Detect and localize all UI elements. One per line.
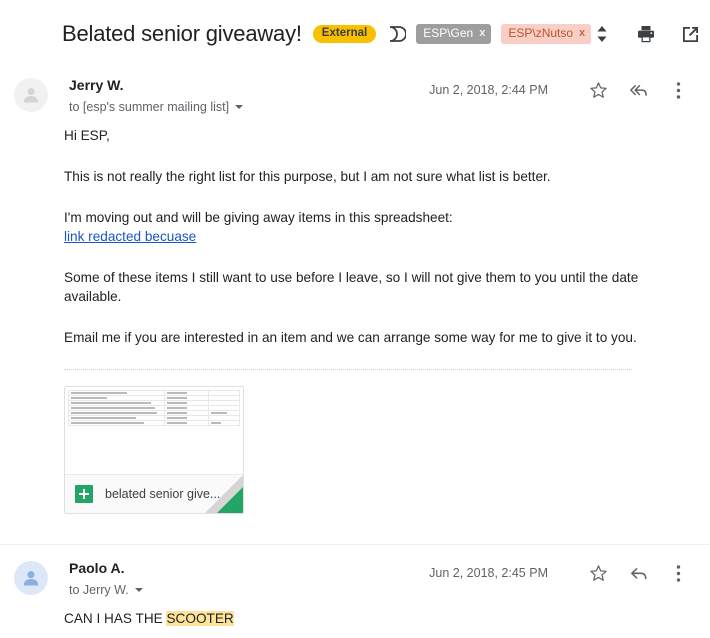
recipient-line[interactable]: to [esp's summer mailing list] [69, 98, 429, 116]
label-chip-remove-icon[interactable]: x [579, 27, 585, 39]
attachment-corner-fold-icon [217, 487, 243, 513]
body-paragraph-1: CAN I HAS THE SCOOTER [64, 609, 682, 628]
expand-collapse-icon[interactable] [591, 23, 613, 45]
reply-all-icon[interactable] [626, 78, 650, 102]
attachments-area: belated senior give... [0, 370, 696, 514]
chevron-down-icon[interactable] [134, 588, 143, 592]
spreadsheet-preview [68, 390, 240, 426]
thread-header-actions [591, 23, 707, 45]
label-chip-esp-gen[interactable]: ESP\Gen x [416, 23, 492, 45]
label-chip-esp-znutso[interactable]: ESP\zNutso x [501, 23, 592, 45]
message-jerry-w: Jerry W. to [esp's summer mailing list] … [0, 62, 710, 514]
sender-block: Jerry W. to [esp's summer mailing list] [69, 76, 429, 116]
label-icon[interactable] [388, 26, 407, 42]
body-paragraph-1: This is not really the right list for th… [64, 169, 551, 184]
message-header: Paolo A. to Jerry W. Jun 2, 2018, 2:45 P… [0, 545, 696, 599]
label-chip-remove-icon[interactable]: x [479, 27, 485, 39]
page-title: Belated senior giveaway! [62, 21, 302, 46]
chevron-down-icon[interactable] [235, 105, 244, 109]
message-actions: Jun 2, 2018, 2:45 PM [429, 559, 690, 585]
recipient-text: to [esp's summer mailing list] [69, 100, 230, 114]
attachment-thumbnail [65, 387, 243, 475]
body-text: CAN I HAS THE [64, 611, 167, 626]
star-icon[interactable] [586, 561, 610, 585]
label-chip-text: ESP\Gen [423, 25, 474, 40]
message-date: Jun 2, 2018, 2:45 PM [429, 566, 548, 580]
message-body: Hi ESP, This is not really the right lis… [0, 116, 696, 347]
open-in-new-window-icon[interactable] [679, 23, 701, 45]
star-icon[interactable] [586, 78, 610, 102]
message-header: Jerry W. to [esp's summer mailing list] … [0, 62, 696, 116]
reply-icon[interactable] [626, 561, 650, 585]
message-paolo-a: Paolo A. to Jerry W. Jun 2, 2018, 2:45 P… [0, 545, 710, 638]
message-date: Jun 2, 2018, 2:44 PM [429, 83, 548, 97]
recipient-line[interactable]: to Jerry W. [69, 581, 429, 599]
body-paragraph-4: Email me if you are interested in an ite… [64, 330, 637, 345]
label-chip-text: ESP\zNutso [508, 25, 574, 40]
avatar[interactable] [14, 561, 48, 595]
more-options-icon[interactable] [666, 78, 690, 102]
body-paragraph-2: I'm moving out and will be giving away i… [64, 210, 453, 225]
highlighted-term: SCOOTER [166, 611, 234, 626]
email-thread-page: Belated senior giveaway! External ESP\Ge… [0, 0, 710, 638]
attachment-name: belated senior give... [105, 487, 221, 501]
sender-name: Paolo A. [69, 560, 125, 576]
external-badge: External [312, 24, 377, 44]
google-sheets-icon [75, 485, 93, 503]
attachment-footer[interactable]: belated senior give... [65, 475, 243, 513]
avatar[interactable] [14, 78, 48, 112]
message-actions: Jun 2, 2018, 2:44 PM [429, 76, 690, 102]
recipient-text: to Jerry W. [69, 583, 129, 597]
message-body: CAN I HAS THE SCOOTER [0, 599, 696, 628]
body-paragraph-3: Some of these items I still want to use … [64, 270, 639, 304]
thread-header: Belated senior giveaway! External ESP\Ge… [0, 0, 710, 62]
sender-name: Jerry W. [69, 77, 124, 93]
more-options-icon[interactable] [666, 561, 690, 585]
print-icon[interactable] [635, 23, 657, 45]
spreadsheet-link[interactable]: link redacted becuase [64, 227, 196, 246]
sender-block: Paolo A. to Jerry W. [69, 559, 429, 599]
attachment-card[interactable]: belated senior give... [64, 386, 244, 514]
body-greeting: Hi ESP, [64, 128, 110, 143]
